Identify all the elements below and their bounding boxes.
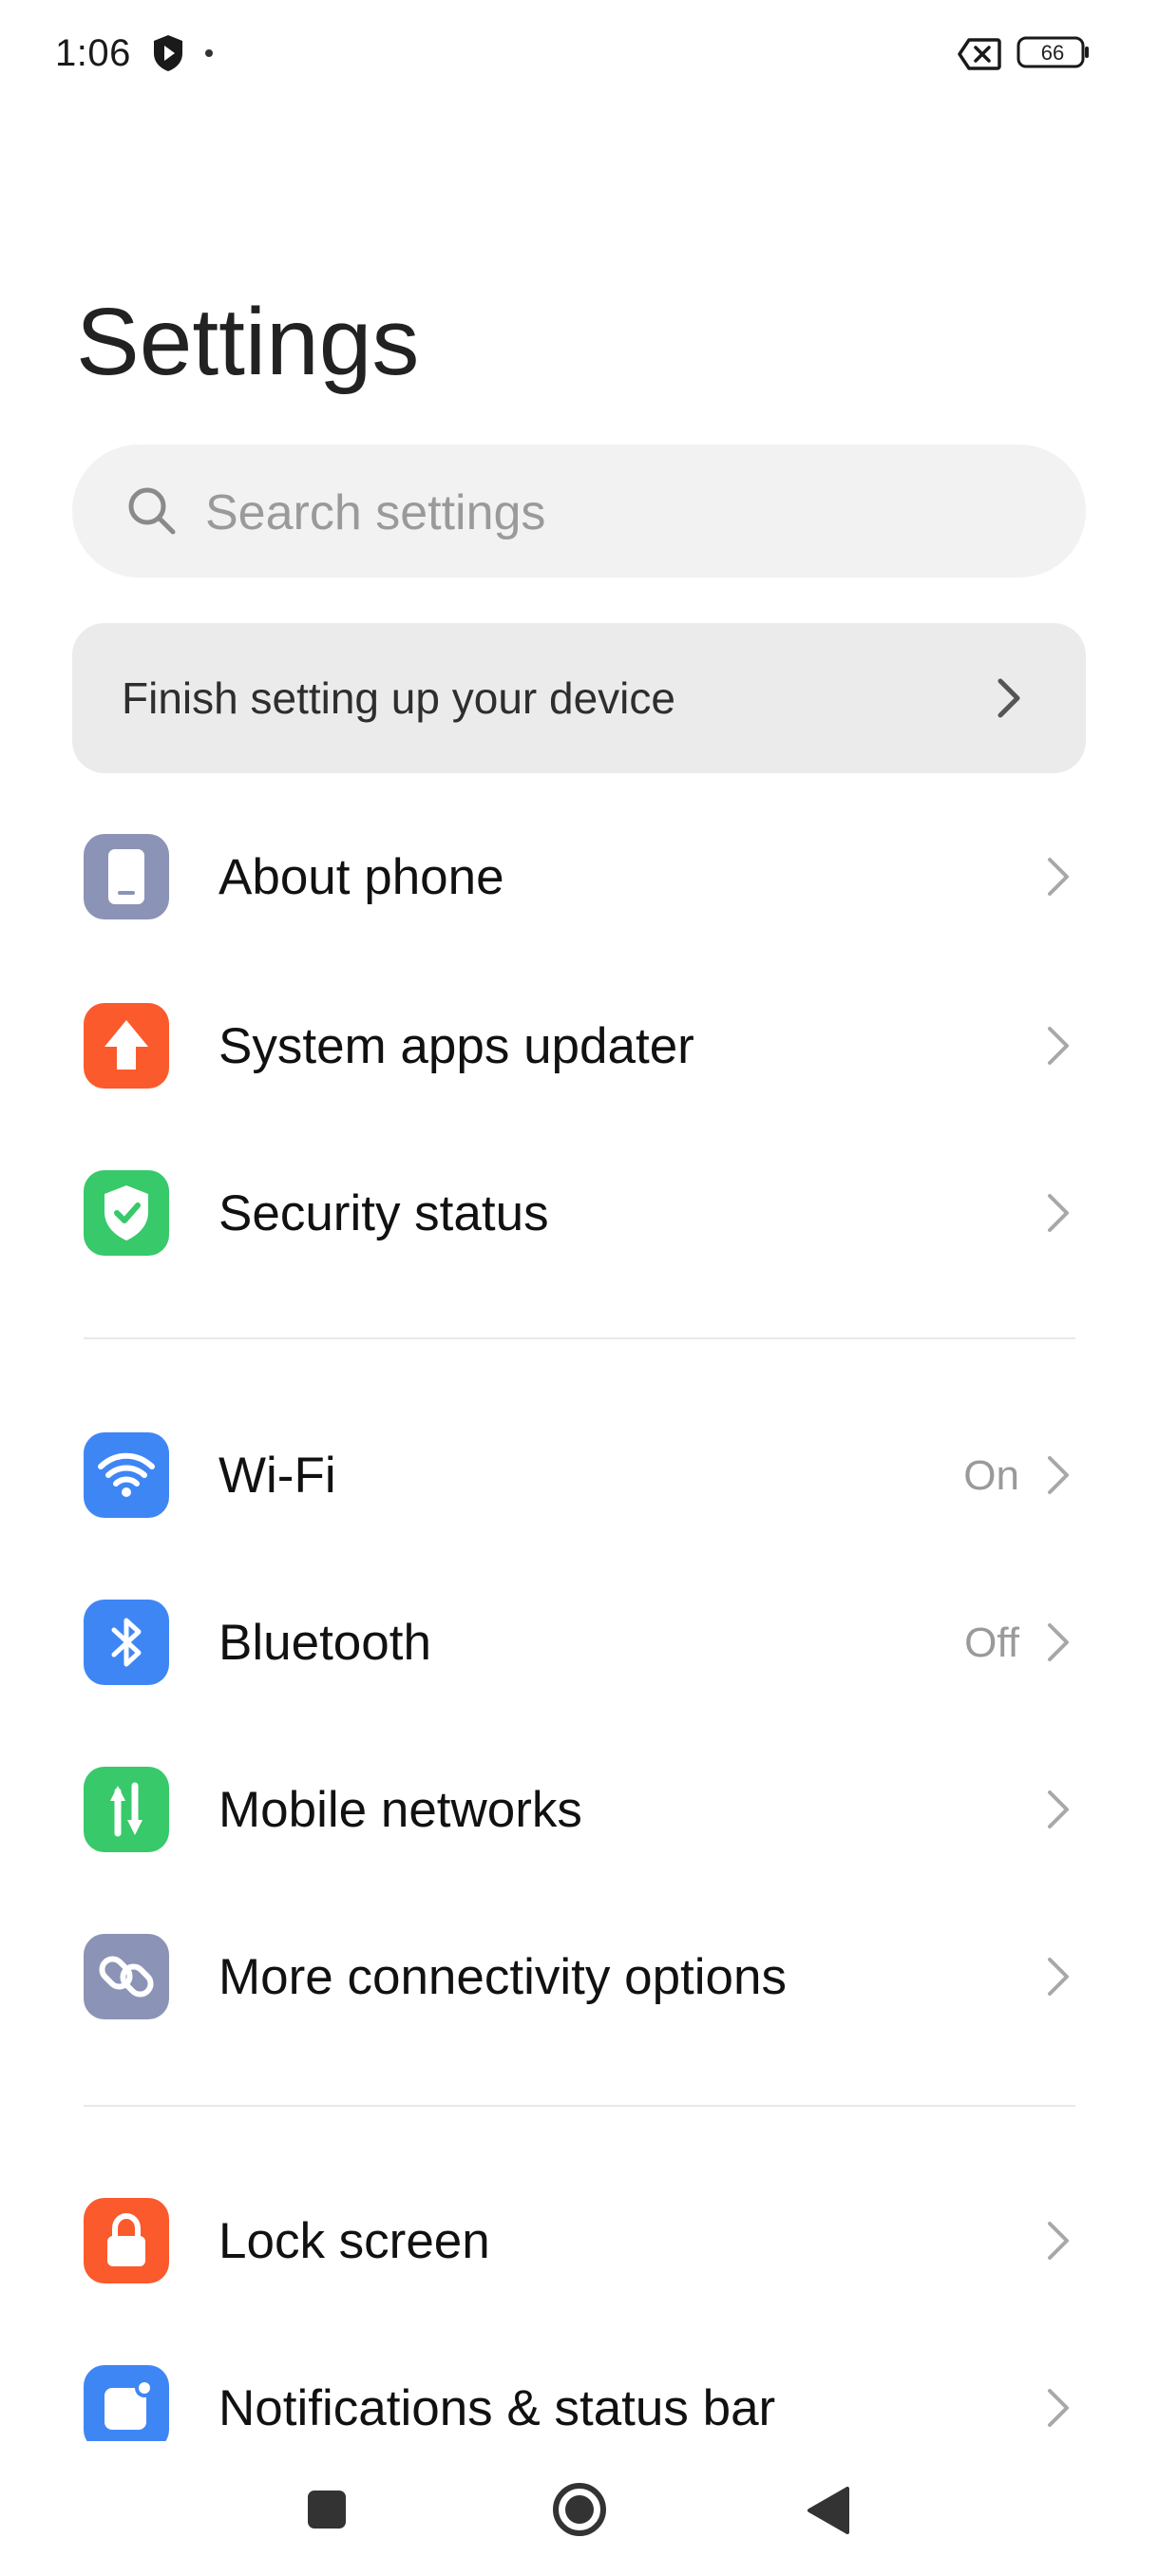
navigation-bar	[0, 2451, 1159, 2576]
chevron-right-icon	[1048, 1790, 1069, 1828]
settings-row-lock-screen[interactable]: Lock screen	[0, 2158, 1159, 2320]
chevron-right-icon	[1048, 2389, 1069, 2427]
chevron-right-icon	[1048, 1027, 1069, 1065]
settings-row-system-apps-updater[interactable]: System apps updater	[0, 963, 1159, 1125]
search-icon	[128, 487, 176, 535]
settings-row-bluetooth[interactable]: Bluetooth Off	[0, 1560, 1159, 1721]
row-label: About phone	[218, 849, 504, 905]
finish-setup-label: Finish setting up your device	[122, 673, 675, 723]
settings-row-wifi[interactable]: Wi-Fi On	[0, 1392, 1159, 1554]
settings-row-security-status[interactable]: Security status	[0, 1130, 1159, 1292]
chevron-right-icon	[1048, 1456, 1069, 1494]
row-label: Wi-Fi	[218, 1448, 336, 1504]
row-label: Notifications & status bar	[218, 2380, 776, 2436]
link-icon	[84, 1934, 169, 2019]
battery-level: 66	[1040, 41, 1065, 65]
row-label: System apps updater	[218, 1018, 694, 1074]
chevron-right-icon	[998, 678, 1020, 718]
search-input[interactable]: Search settings	[72, 445, 1086, 578]
row-value: On	[963, 1452, 1019, 1499]
settings-row-more-connectivity[interactable]: More connectivity options	[0, 1894, 1159, 2055]
row-label: Security status	[218, 1185, 549, 1241]
lock-icon	[84, 2198, 169, 2283]
notification-dot-icon	[205, 49, 213, 57]
row-label: Mobile networks	[218, 1782, 582, 1838]
row-value: Off	[964, 1619, 1019, 1666]
section-divider	[84, 1337, 1075, 1339]
wifi-icon	[84, 1432, 169, 1518]
page-title: Settings	[76, 289, 420, 395]
settings-row-about-phone[interactable]: About phone	[0, 794, 1159, 956]
chevron-right-icon	[1048, 1194, 1069, 1232]
search-placeholder: Search settings	[205, 485, 546, 540]
finish-setup-card[interactable]: Finish setting up your device	[72, 623, 1086, 773]
shield-play-icon	[154, 35, 182, 71]
back-button[interactable]	[806, 2485, 851, 2536]
row-label: More connectivity options	[218, 1949, 788, 2005]
status-bar: 1:06 66	[0, 0, 1159, 114]
chevron-right-icon	[1048, 1958, 1069, 1996]
chevron-right-icon	[1048, 1623, 1069, 1661]
row-label: Lock screen	[218, 2213, 490, 2269]
row-label: Bluetooth	[218, 1615, 431, 1671]
settings-row-notifications[interactable]: Notifications & status bar	[0, 2325, 1159, 2441]
status-time: 1:06	[55, 32, 131, 74]
shield-check-icon	[84, 1170, 169, 1256]
phone-icon	[84, 834, 169, 919]
no-sim-icon	[958, 38, 1001, 70]
chevron-right-icon	[1048, 2222, 1069, 2260]
settings-row-mobile-networks[interactable]: Mobile networks	[0, 1727, 1159, 1888]
bluetooth-icon	[84, 1600, 169, 1685]
chevron-right-icon	[1048, 858, 1069, 896]
notification-icon	[84, 2365, 169, 2441]
section-divider	[84, 2105, 1075, 2107]
recents-button[interactable]	[306, 2489, 348, 2530]
arrow-up-icon	[84, 1003, 169, 1089]
mobile-data-icon	[84, 1767, 169, 1852]
home-button[interactable]	[551, 2481, 608, 2538]
